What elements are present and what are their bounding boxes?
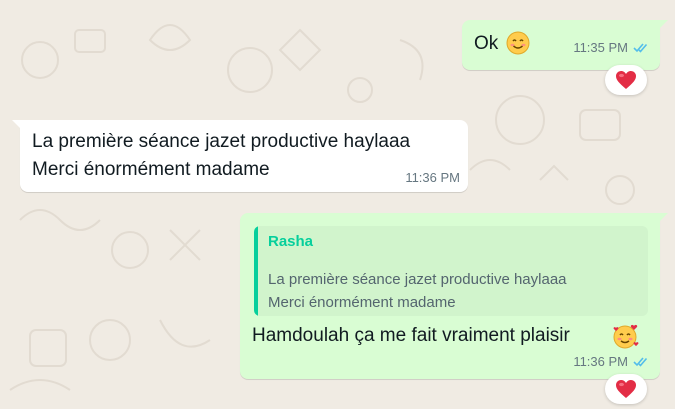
message-time: 11:36 PM bbox=[573, 354, 628, 369]
bubble-tail bbox=[658, 20, 668, 30]
reaction-badge[interactable] bbox=[605, 374, 647, 404]
reaction-badge[interactable] bbox=[605, 65, 647, 95]
message-text: Ok bbox=[474, 33, 499, 54]
message-meta: 11:36 PM bbox=[573, 354, 650, 369]
quoted-text-line-1: La première séance jazet productive hayl… bbox=[268, 271, 567, 288]
message-time: 11:36 PM bbox=[405, 170, 460, 185]
quoted-message[interactable]: Rasha La première séance jazet productiv… bbox=[254, 226, 648, 316]
smiling-face-with-hearts-emoji-icon bbox=[613, 324, 639, 349]
message-bubble-incoming[interactable]: La première séance jazet productive hayl… bbox=[12, 120, 468, 192]
message-text-line-1: La première séance jazet productive hayl… bbox=[32, 131, 411, 152]
read-ticks-icon bbox=[633, 356, 650, 367]
message-meta: 11:36 PM bbox=[405, 170, 460, 185]
bubble-tail bbox=[658, 213, 668, 223]
message-time: 11:35 PM bbox=[573, 40, 628, 55]
quote-accent-bar bbox=[254, 226, 258, 316]
message-bubble-outgoing[interactable]: Ok 11:35 PM bbox=[462, 20, 668, 70]
message-text: Hamdoulah ça me fait vraiment plaisir bbox=[252, 325, 570, 346]
bubble-tail bbox=[12, 120, 22, 130]
message-meta: 11:35 PM bbox=[573, 40, 650, 55]
message-bubble-outgoing-reply[interactable]: Rasha La première séance jazet productiv… bbox=[240, 213, 668, 379]
quoted-author: Rasha bbox=[268, 233, 314, 250]
quoted-text-line-2: Merci énormément madame bbox=[268, 294, 456, 311]
red-heart-icon bbox=[616, 71, 636, 89]
smiling-face-emoji-icon bbox=[506, 31, 530, 55]
red-heart-icon bbox=[616, 380, 636, 398]
message-text-line-2: Merci énormément madame bbox=[32, 159, 270, 180]
read-ticks-icon bbox=[633, 42, 650, 53]
